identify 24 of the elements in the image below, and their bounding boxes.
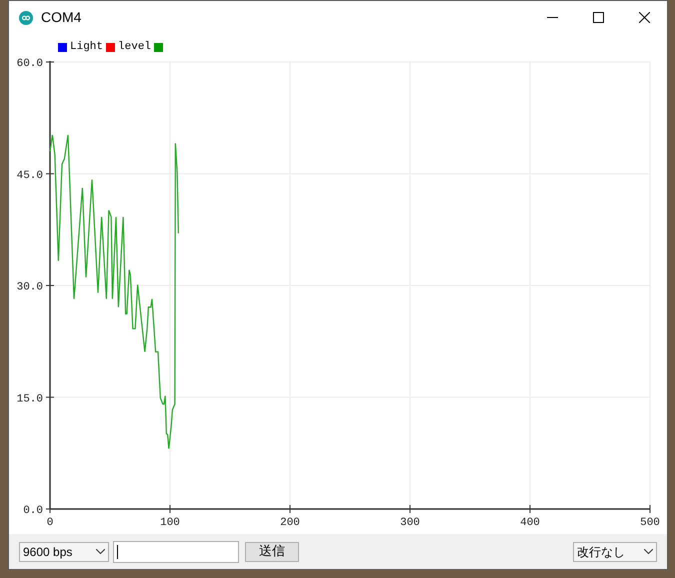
baud-rate-dropdown[interactable]: 9600 bps: [19, 542, 109, 562]
y-tick-label: 15.0: [16, 393, 43, 406]
y-tick-label: 30.0: [16, 282, 43, 294]
message-input-field[interactable]: [113, 540, 239, 562]
x-tick-label: 500: [640, 517, 660, 529]
x-tick-label: 100: [160, 517, 180, 529]
send-button[interactable]: 送信: [245, 542, 299, 562]
y-tick-label: 60.0: [16, 58, 43, 70]
line-ending-dropdown[interactable]: 改行なし: [573, 542, 657, 562]
x-tick-label: 200: [280, 517, 300, 529]
minimize-icon: [546, 17, 558, 18]
y-tick-label: 45.0: [16, 170, 43, 182]
x-tick-label: 0: [46, 517, 54, 529]
close-icon: [638, 12, 650, 23]
maximize-icon: [592, 12, 604, 23]
x-tick-label: 400: [520, 517, 540, 529]
legend-label: Light: [70, 40, 104, 55]
legend-label: level: [118, 40, 152, 55]
window-title: COM4: [41, 8, 82, 27]
chevron-down-icon: [644, 549, 653, 554]
chevron-down-icon: [96, 549, 105, 554]
x-tick-label: 300: [400, 517, 420, 529]
y-tick-label: 0.0: [23, 505, 43, 517]
app-logo-icon: [19, 10, 33, 24]
